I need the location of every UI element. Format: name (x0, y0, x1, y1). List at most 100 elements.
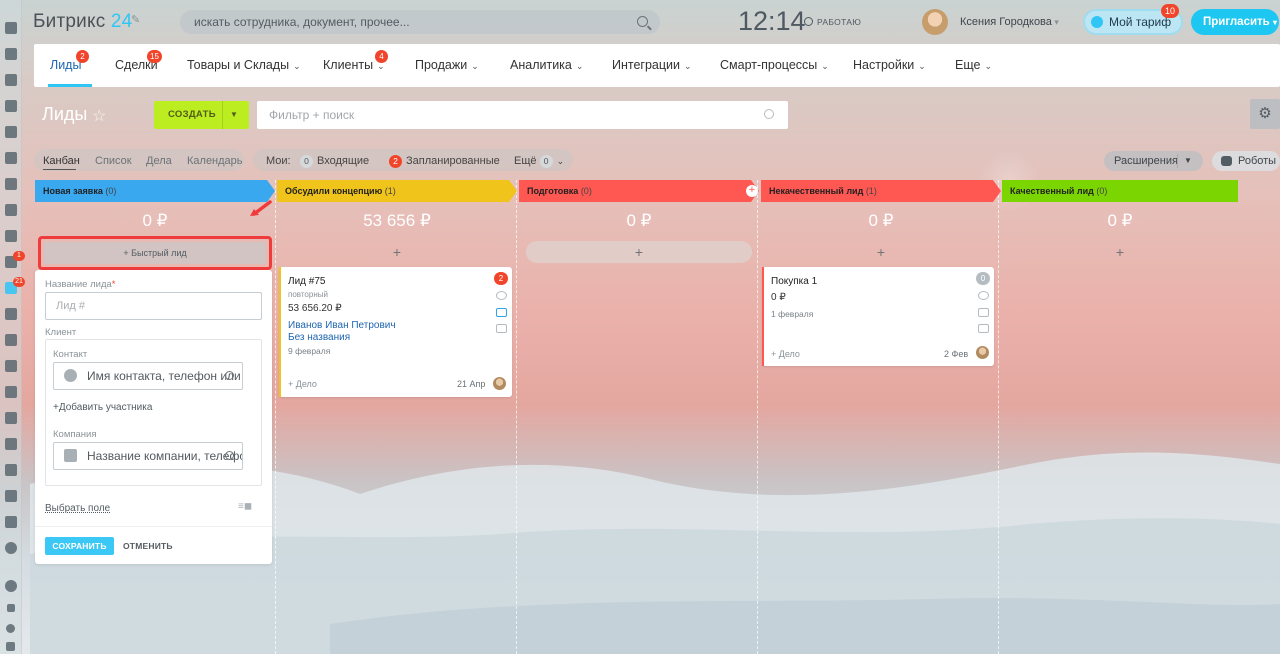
invite-button[interactable]: Пригласить ▾ (1191, 9, 1279, 35)
settings-icon[interactable] (6, 624, 15, 633)
storage-icon[interactable] (5, 178, 17, 190)
choose-field-link[interactable]: Выбрать поле (45, 503, 110, 514)
view-calendar[interactable]: Календарь (187, 155, 243, 167)
sign-icon[interactable] (5, 386, 17, 398)
card-contact-link[interactable]: Иванов Иван Петрович (288, 320, 396, 331)
card-activity-badge[interactable]: 2 (494, 272, 508, 285)
work-status[interactable]: РАБОТАЮ (804, 17, 861, 27)
view-kanban[interactable]: Канбан (43, 155, 80, 167)
target-icon[interactable] (5, 334, 17, 346)
menu-item-settings[interactable]: Настройки ⌄ (853, 58, 926, 72)
add-lead-plus-icon[interactable]: + (1002, 244, 1238, 260)
menu-item-sales[interactable]: Продажи ⌄ (415, 58, 479, 72)
stage-count: (0) (580, 186, 592, 196)
card-activity-badge[interactable]: 0 (976, 272, 990, 285)
marketplace-icon[interactable] (5, 22, 17, 34)
menu-item-label: Еще (955, 58, 981, 72)
contact-card-icon[interactable] (5, 412, 17, 424)
phone-icon[interactable] (978, 291, 989, 300)
quick-lead-form: Название лида* Лид # Кл­иент Контакт Имя… (35, 270, 272, 564)
lead-card[interactable]: Покупка 1 0 ₽ 1 февраля 0 + Дело 2 Фев (762, 267, 994, 366)
filter-search-input[interactable]: Фильтр + поиск (257, 101, 788, 129)
mail-icon[interactable] (978, 308, 989, 317)
contact-search-input[interactable]: Имя контакта, телефон или (53, 362, 243, 390)
planned-counter[interactable]: 2 Запланированные (389, 155, 500, 168)
code-icon[interactable] (5, 516, 17, 528)
lead-name-input[interactable]: Лид # (45, 292, 262, 320)
card-company-link[interactable]: Без названия (288, 332, 350, 343)
chat-icon[interactable] (496, 324, 507, 333)
extensions-button[interactable]: Расширения ▼ (1104, 151, 1203, 171)
add-deal-link[interactable]: + Дело (288, 379, 317, 389)
chevron-down-icon[interactable]: ▼ (230, 101, 238, 129)
mail-icon[interactable] (496, 308, 507, 317)
stage-header[interactable]: Новая заявка (0) (35, 180, 275, 202)
search-icon (225, 451, 234, 460)
more-icon[interactable] (5, 542, 17, 554)
save-button[interactable]: СОХРАНИТЬ (45, 537, 114, 555)
documents-icon[interactable] (5, 126, 17, 138)
feed-icon[interactable] (5, 48, 17, 60)
add-lead-plus-icon[interactable]: + (277, 244, 517, 260)
marketing-icon[interactable] (5, 490, 17, 502)
chat-icon[interactable] (978, 324, 989, 333)
add-lead-bar[interactable]: + (526, 241, 752, 263)
global-search-input[interactable]: искать сотрудника, документ, прочее... (180, 10, 660, 34)
logo[interactable]: Битрикс 24 (33, 11, 132, 33)
menu-item-analytics[interactable]: Аналитика ⌄ (510, 58, 583, 72)
stage-header[interactable]: Обсудили концепцию (1) (277, 180, 517, 202)
add-lead-plus-icon[interactable]: + (761, 244, 1001, 260)
lead-card[interactable]: Лид #75 повторный 53 656.20 ₽ Иванов Ива… (279, 267, 512, 397)
view-list[interactable]: Список (95, 155, 132, 167)
bank-icon[interactable] (5, 308, 17, 320)
menu-item-products[interactable]: Товары и Склады ⌄ (187, 58, 301, 72)
settings-gear-button[interactable]: ⚙ (1250, 99, 1280, 129)
stage-name: Некачественный лид (769, 186, 864, 196)
drive-icon[interactable] (5, 152, 17, 164)
card-amount: 0 ₽ (771, 292, 786, 303)
clock[interactable]: 12:14 (738, 6, 806, 37)
stage-sum: 0 ₽ (1107, 211, 1133, 230)
employees-icon[interactable] (5, 230, 17, 242)
help-icon[interactable] (5, 580, 17, 592)
user-name[interactable]: Ксения Городкова (960, 16, 1059, 28)
chat-icon[interactable] (5, 74, 17, 86)
add-participant-link[interactable]: +Добавить участника (53, 402, 152, 413)
menu-item-more[interactable]: Еще ⌄ (955, 58, 992, 72)
company-search-input[interactable]: Название компании, телефо (53, 442, 243, 470)
menu-item-label: Настройки (853, 58, 915, 72)
field-config-icon[interactable]: ≡◼ (238, 501, 258, 512)
calendar-icon[interactable] (5, 100, 17, 112)
card-title[interactable]: Покупка 1 (771, 276, 817, 287)
robot-icon[interactable] (5, 438, 17, 450)
add-icon[interactable] (6, 642, 15, 651)
add-deal-link[interactable]: + Дело (771, 349, 800, 359)
box-icon[interactable] (5, 464, 17, 476)
chevron-down-icon[interactable]: ▼ (1184, 151, 1192, 171)
responsible-avatar[interactable] (493, 377, 506, 390)
mail-icon[interactable] (5, 204, 17, 216)
add-stage-icon[interactable]: + (746, 185, 758, 197)
stage-header[interactable]: Качественный лид (0) (1002, 180, 1238, 202)
create-button[interactable]: СОЗДАТЬ ▼ (154, 101, 249, 129)
favorite-star-icon[interactable]: ☆ (92, 106, 106, 126)
my-tariff-button[interactable]: Мой тариф 10 (1083, 4, 1183, 35)
sitemap-icon[interactable] (7, 604, 15, 612)
view-activities[interactable]: Дела (146, 155, 172, 167)
planned-count: 2 (389, 155, 402, 168)
incoming-counter[interactable]: 0 Входящие (300, 155, 369, 168)
cart-icon[interactable] (5, 360, 17, 372)
menu-item-integrations[interactable]: Интеграции ⌄ (612, 58, 692, 72)
cancel-button[interactable]: ОТМЕНИТЬ (123, 541, 173, 551)
responsible-avatar[interactable] (976, 346, 989, 359)
more-counters[interactable]: Ещё 0 ⌄ (514, 155, 564, 168)
menu-item-smart-processes[interactable]: Смарт-процессы ⌄ (720, 58, 829, 72)
edit-logo-icon[interactable]: ✎ (131, 13, 143, 26)
stage-header[interactable]: Подготовка (0) (519, 180, 759, 202)
robots-button[interactable]: Роботы (1212, 151, 1280, 171)
card-title[interactable]: Лид #75 (288, 276, 325, 287)
user-avatar[interactable] (922, 9, 948, 35)
menu-item-label: Продажи (415, 58, 468, 72)
phone-icon[interactable] (496, 291, 507, 300)
stage-header[interactable]: Некачественный лид (1) (761, 180, 1001, 202)
